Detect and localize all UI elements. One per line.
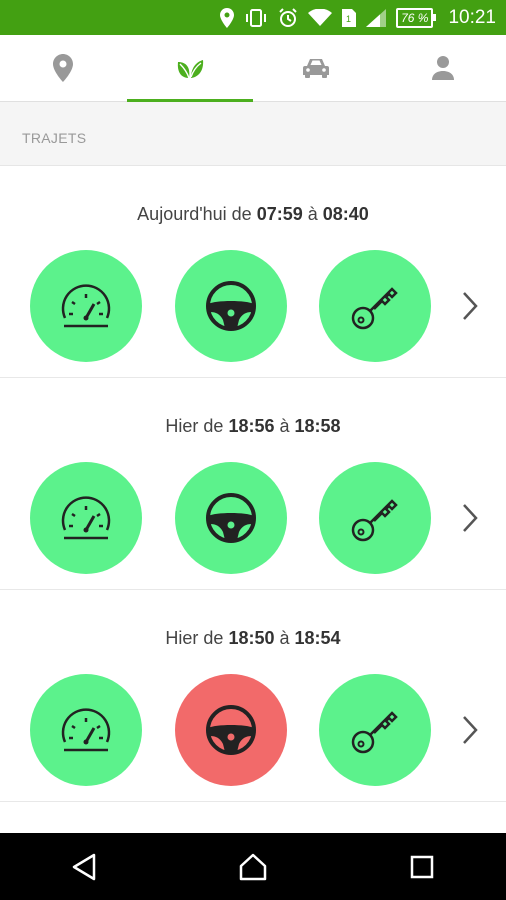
driving-indicator[interactable] — [175, 462, 287, 574]
battery-icon: 76 % — [396, 7, 437, 28]
key-icon — [351, 499, 398, 542]
key-icon — [351, 287, 398, 330]
tab-car[interactable] — [253, 35, 380, 101]
driving-indicator[interactable] — [175, 674, 287, 786]
location-icon — [220, 7, 235, 28]
trip-detail-chevron[interactable] — [454, 502, 486, 534]
recents-icon — [410, 855, 433, 878]
trip-row-partial — [0, 802, 506, 834]
trip-row[interactable]: Aujourd'hui de 07:59 à 08:40 — [0, 166, 506, 378]
chevron-right-icon — [463, 716, 478, 744]
vibrate-icon — [246, 8, 267, 27]
battery-level: 76 % — [396, 7, 434, 28]
leaf-icon — [177, 60, 203, 79]
steering-wheel-icon — [206, 705, 256, 755]
alarm-icon — [279, 7, 297, 27]
trip-list: Aujourd'hui de 07:59 à 08:40 Hier de 18:… — [0, 166, 506, 834]
trip-title: Hier de 18:56 à 18:58 — [165, 416, 341, 436]
trip-row[interactable]: Hier de 18:50 à 18:54 — [0, 590, 506, 802]
recents-button[interactable] — [392, 837, 452, 897]
speedometer-icon — [61, 496, 111, 540]
chevron-right-icon — [463, 504, 478, 532]
key-indicator[interactable] — [319, 250, 431, 362]
trip-detail-chevron[interactable] — [454, 290, 486, 322]
svg-text:1: 1 — [346, 14, 351, 24]
person-icon — [431, 56, 454, 80]
tab-profile[interactable] — [380, 35, 506, 101]
key-icon — [351, 711, 398, 754]
home-icon — [239, 853, 267, 880]
home-button[interactable] — [223, 837, 283, 897]
tab-bar — [0, 35, 506, 102]
trip-title: Aujourd'hui de 07:59 à 08:40 — [137, 204, 369, 224]
speedometer-icon — [61, 708, 111, 752]
key-indicator[interactable] — [319, 674, 431, 786]
system-nav-bar — [0, 833, 506, 900]
speed-indicator[interactable] — [30, 250, 142, 362]
speedometer-icon — [61, 284, 111, 328]
trip-detail-chevron[interactable] — [454, 714, 486, 746]
clock: 10:21 — [448, 6, 496, 28]
key-indicator[interactable] — [319, 462, 431, 574]
section-header: TRAJETS — [0, 102, 506, 166]
car-icon — [303, 59, 330, 78]
status-bar: 1 76 % 10:21 — [0, 0, 506, 35]
steering-wheel-icon — [206, 493, 256, 543]
back-icon — [73, 853, 96, 880]
chevron-right-icon — [463, 292, 478, 320]
speed-indicator[interactable] — [30, 674, 142, 786]
driving-indicator[interactable] — [175, 250, 287, 362]
tab-eco[interactable] — [126, 35, 254, 102]
map-pin-icon — [53, 54, 74, 82]
trip-row[interactable]: Hier de 18:56 à 18:58 — [0, 378, 506, 590]
sim-icon: 1 — [342, 8, 357, 27]
signal-icon — [366, 8, 387, 27]
back-button[interactable] — [54, 837, 114, 897]
wifi-icon — [308, 8, 333, 26]
section-title: TRAJETS — [22, 130, 87, 146]
speed-indicator[interactable] — [30, 462, 142, 574]
tab-location[interactable] — [0, 35, 127, 101]
steering-wheel-icon — [206, 281, 256, 331]
trip-title: Hier de 18:50 à 18:54 — [165, 628, 341, 648]
